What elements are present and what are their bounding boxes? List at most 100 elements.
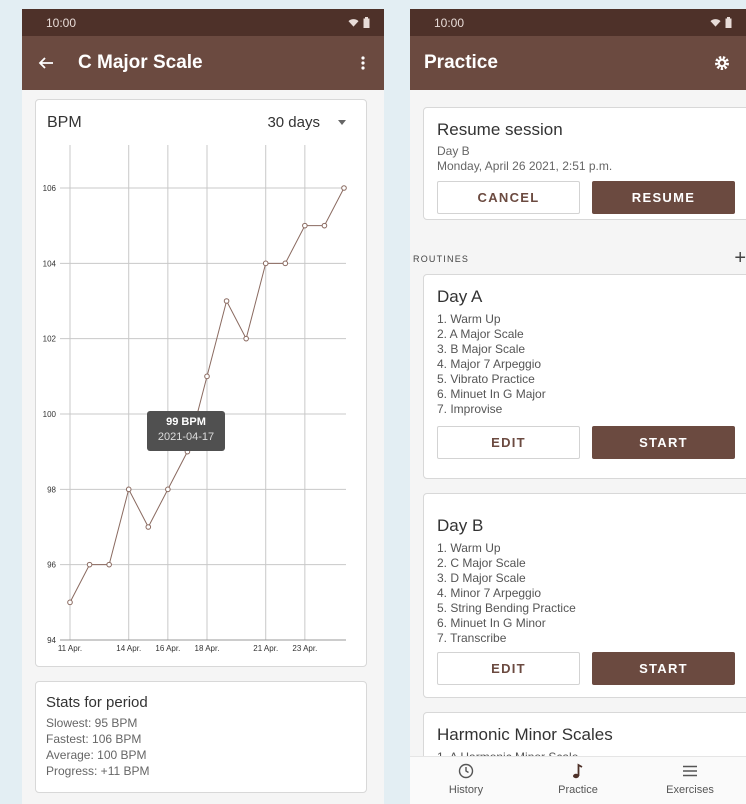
list-icon [683, 765, 697, 777]
cancel-button[interactable]: CANCEL [437, 181, 580, 214]
list-item: 4. Major 7 Arpeggio [437, 357, 542, 371]
x-tick-label: 23 Apr. [292, 644, 317, 653]
x-tick-label: 11 Apr. [58, 644, 82, 653]
history-screen: 10:00 C Major Scale BPM 30 days 94 96 98 10… [22, 9, 384, 804]
app-bar: C Major Scale [22, 36, 384, 90]
resume-day: Day B [437, 144, 470, 158]
list-item: 5. String Bending Practice [437, 601, 576, 615]
data-point [125, 486, 132, 493]
back-arrow-icon[interactable] [36, 53, 56, 73]
battery-icon [725, 17, 732, 28]
data-point [302, 222, 308, 229]
y-tick-label: 100 [43, 410, 57, 419]
data-point [145, 524, 152, 530]
list-item: 7. Transcribe [437, 631, 507, 645]
history-icon [458, 763, 474, 779]
routines-label: ROUTINES [413, 254, 470, 264]
routine-title: Day A [437, 287, 483, 306]
nav-label: Exercises [666, 784, 714, 796]
list-item: 1. Warm Up [437, 541, 501, 555]
y-tick-label: 102 [43, 335, 57, 344]
data-point [106, 561, 112, 568]
routine-title: Harmonic Minor Scales [437, 725, 613, 744]
settings-gear-icon[interactable] [712, 53, 732, 73]
routine-card: Day B 1. Warm Up 2. C Major Scale 3. D M… [423, 493, 746, 698]
list-item: 4. Minor 7 Arpeggio [437, 586, 542, 600]
data-point [282, 260, 289, 267]
x-tick-label: 16 Apr. [155, 644, 180, 653]
data-point [243, 335, 249, 342]
y-tick-label: 94 [47, 636, 56, 645]
app-bar: Practice [410, 36, 746, 90]
music-note-icon [573, 763, 583, 779]
status-bar: 10:00 [410, 9, 746, 36]
chart-tooltip: 99 BPM 2021-04-17 [147, 411, 225, 451]
y-tick-label: 104 [43, 259, 57, 268]
start-button[interactable]: START [592, 426, 735, 459]
data-point [223, 298, 230, 304]
list-item: 1. Warm Up [437, 312, 501, 326]
nav-exercises[interactable]: Exercises [634, 757, 746, 804]
stats-card: Stats for period Slowest: 95 BPM Fastest… [35, 681, 367, 793]
add-routine-button[interactable]: + [734, 247, 746, 270]
routine-card: Day A 1. Warm Up 2. A Major Scale 3. B M… [423, 274, 746, 479]
data-point [165, 486, 171, 493]
x-tick-label: 18 Apr. [195, 644, 220, 653]
page-title: C Major Scale [78, 52, 203, 73]
tooltip-value: 99 BPM [166, 416, 206, 428]
resume-button[interactable]: RESUME [592, 181, 735, 214]
y-tick-label: 106 [43, 184, 57, 193]
stats-title: Stats for period [46, 694, 148, 711]
list-item: 7. Improvise [437, 402, 503, 416]
range-value: 30 days [267, 114, 320, 131]
status-time: 10:00 [46, 15, 77, 30]
list-item: 3. B Major Scale [437, 342, 526, 356]
start-button[interactable]: START [592, 652, 735, 685]
data-point [321, 222, 328, 229]
data-point [86, 561, 93, 568]
stats-fastest: Fastest: 106 BPM [46, 732, 142, 746]
y-tick-label: 98 [47, 485, 56, 494]
status-time: 10:00 [434, 15, 465, 30]
more-vert-icon[interactable] [356, 53, 370, 73]
list-item: 6. Minuet In G Minor [437, 616, 546, 630]
list-item: 6. Minuet In G Major [437, 387, 546, 401]
data-point [204, 373, 210, 380]
chart-title: BPM [47, 114, 82, 131]
edit-button[interactable]: EDIT [437, 652, 580, 685]
resume-date: Monday, April 26 2021, 2:51 p.m. [437, 159, 613, 173]
range-dropdown[interactable]: 30 days [267, 114, 346, 131]
nav-label: History [448, 784, 484, 796]
bpm-line-chart: 94 96 98 100 102 104 106 11 Apr. 14 Apr. 16 Apr. 1… [43, 145, 347, 653]
list-item: 2. A Major Scale [437, 327, 524, 341]
dropdown-arrow-icon [338, 120, 346, 125]
chart-card: BPM 30 days 94 96 98 100 102 104 106 11 Apr. 14 … [35, 99, 367, 667]
edit-button[interactable]: EDIT [437, 426, 580, 459]
practice-screen: 10:00 Practice Resume session Day B Mond… [410, 9, 746, 804]
bottom-navigation: History Practice Exercises [410, 756, 746, 804]
list-item: 5. Vibrato Practice [437, 372, 535, 386]
status-bar: 10:00 [22, 9, 384, 36]
data-point [262, 260, 269, 267]
y-tick-label: 96 [47, 561, 56, 570]
routines-header: ROUTINES + [410, 247, 746, 271]
routine-exercise-list: 1. Warm Up 2. C Major Scale 3. D Major S… [437, 541, 739, 646]
data-point [67, 599, 73, 606]
routine-title: Day B [437, 516, 484, 535]
tooltip-date: 2021-04-17 [157, 431, 215, 443]
x-tick-label: 21 Apr. [253, 644, 278, 653]
nav-practice[interactable]: Practice [522, 757, 634, 804]
stats-average: Average: 100 BPM [46, 748, 147, 762]
page-title: Practice [424, 52, 498, 73]
stats-slowest: Slowest: 95 BPM [46, 716, 138, 730]
resume-title: Resume session [437, 120, 563, 139]
battery-icon [363, 17, 370, 28]
list-item: 2. C Major Scale [437, 556, 526, 570]
data-point [341, 185, 347, 191]
routine-exercise-list: 1. Warm Up 2. A Major Scale 3. B Major S… [437, 312, 739, 417]
wifi-icon [348, 18, 359, 27]
wifi-icon [710, 18, 721, 27]
nav-label: Practice [558, 784, 598, 796]
resume-session-card: Resume session Day B Monday, April 26 20… [423, 107, 746, 220]
nav-history[interactable]: History [410, 757, 522, 804]
